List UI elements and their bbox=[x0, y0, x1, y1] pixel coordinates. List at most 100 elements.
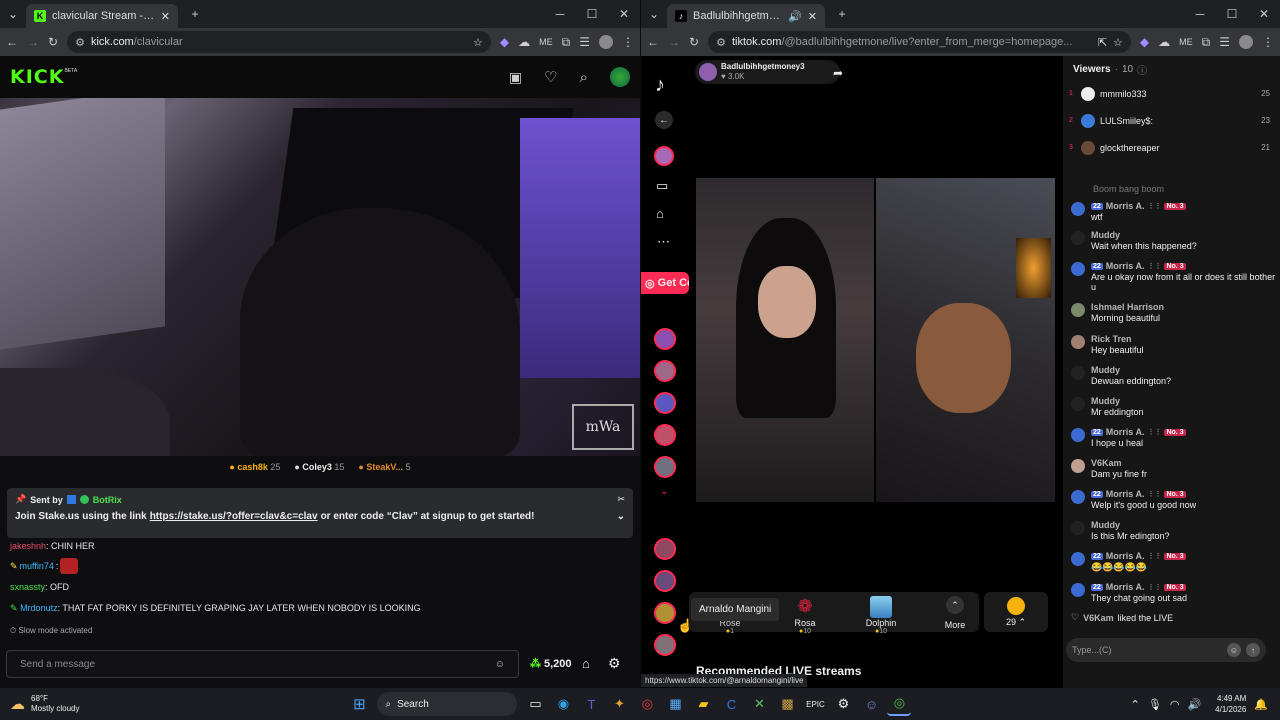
chat-avatar[interactable] bbox=[1071, 583, 1085, 597]
reload-icon[interactable]: ↻ bbox=[689, 35, 699, 49]
maximize-icon[interactable]: ☐ bbox=[576, 0, 608, 28]
weather-widget[interactable]: ☁ 68°F Mostly cloudy bbox=[10, 694, 79, 714]
menu-kebab-icon[interactable]: ⋮ bbox=[1262, 35, 1274, 49]
expand-chevron-icon[interactable]: ⌄ bbox=[660, 486, 668, 497]
reading-list-icon[interactable]: ☰ bbox=[579, 35, 590, 49]
chat-username-row[interactable]: Muddy bbox=[1091, 365, 1276, 375]
site-info-icon[interactable]: ⚙ bbox=[75, 36, 85, 49]
extensions-puzzle-icon[interactable]: ⧉ bbox=[1202, 35, 1211, 50]
address-bar[interactable]: ⚙ kick.com/clavicular ☆ bbox=[67, 31, 491, 53]
site-info-icon[interactable]: ⚙ bbox=[716, 36, 726, 49]
chat-user[interactable]: jakeshnh bbox=[10, 541, 46, 551]
chat-avatar[interactable] bbox=[1071, 303, 1085, 317]
menu-kebab-icon[interactable]: ⋮ bbox=[622, 35, 634, 49]
tab-kick[interactable]: K clavicular Stream - Watch Live o ✕ bbox=[26, 4, 178, 28]
chat-username-row[interactable]: Muddy bbox=[1091, 396, 1276, 406]
reading-list-icon[interactable]: ☰ bbox=[1219, 35, 1230, 49]
chat-avatar[interactable] bbox=[1071, 231, 1085, 245]
gift-more-button[interactable]: ⌃ More bbox=[927, 596, 983, 630]
live-avatar[interactable] bbox=[654, 392, 676, 414]
bookmark-star-icon[interactable]: ☆ bbox=[473, 36, 483, 49]
tab-menu-icon[interactable]: ⌄ bbox=[0, 0, 26, 28]
host-avatar[interactable] bbox=[654, 146, 674, 166]
new-tab-icon[interactable]: + bbox=[184, 7, 206, 21]
xbox-icon[interactable]: ✕ bbox=[747, 692, 771, 716]
teams-icon[interactable]: T bbox=[579, 692, 603, 716]
chat-username-row[interactable]: 22 Morris A. ⋮⋮ No. 3 bbox=[1091, 551, 1276, 561]
chrome-icon[interactable]: ◎ bbox=[635, 692, 659, 716]
following-heart-icon[interactable]: ♡ bbox=[544, 68, 557, 86]
gift-rosa[interactable]: ❁ Rosa ●10 bbox=[777, 596, 833, 635]
store-icon[interactable]: ▦ bbox=[663, 692, 687, 716]
store-icon[interactable]: ⌂ bbox=[582, 656, 590, 671]
chat-avatar[interactable] bbox=[1071, 397, 1085, 411]
chat-avatar[interactable] bbox=[1071, 521, 1085, 535]
forward-icon[interactable]: → bbox=[27, 35, 39, 49]
minimize-icon[interactable]: ─ bbox=[1184, 0, 1216, 28]
viewer-row[interactable]: 2 LULSmiiley$: 23 bbox=[1069, 107, 1270, 134]
chrome-active-icon[interactable]: ◎ bbox=[887, 692, 912, 716]
liked-user[interactable]: V6Kam bbox=[1083, 613, 1114, 623]
steam-icon[interactable]: ⚙ bbox=[831, 692, 855, 716]
close-window-icon[interactable]: ✕ bbox=[608, 0, 640, 28]
guest-video-right[interactable] bbox=[876, 178, 1055, 502]
volume-icon[interactable]: 🔊 bbox=[1187, 698, 1201, 711]
forward-icon[interactable]: → bbox=[668, 35, 680, 49]
notification-bell-icon[interactable]: 🔔 bbox=[1254, 698, 1268, 711]
live-avatar[interactable] bbox=[654, 538, 676, 560]
cloud-extension-icon[interactable]: ☁ bbox=[1158, 35, 1170, 49]
epic-games-icon[interactable]: EPIC bbox=[803, 692, 827, 716]
chat-avatar[interactable] bbox=[1071, 490, 1085, 504]
chat-avatar[interactable] bbox=[1071, 262, 1085, 276]
minimize-icon[interactable]: ─ bbox=[544, 0, 576, 28]
home-icon[interactable]: ⌂ bbox=[656, 206, 664, 221]
bookmark-star-icon[interactable]: ☆ bbox=[1113, 36, 1123, 49]
chat-username-row[interactable]: Muddy bbox=[1091, 520, 1276, 530]
get-coins-button[interactable]: ◎ Get Coin bbox=[641, 272, 689, 294]
chat-avatar[interactable] bbox=[1071, 366, 1085, 380]
chat-avatar[interactable] bbox=[1071, 459, 1085, 473]
back-arrow-icon[interactable]: ← bbox=[655, 111, 673, 129]
guest-video-left[interactable] bbox=[696, 178, 874, 502]
user-avatar[interactable] bbox=[610, 67, 630, 87]
wifi-icon[interactable]: ◠ bbox=[1170, 698, 1180, 711]
tray-chevron-icon[interactable]: ⌃ bbox=[1131, 698, 1140, 711]
kick-logo[interactable]: KICK bbox=[10, 66, 64, 88]
profile-avatar[interactable] bbox=[599, 35, 613, 49]
microphone-icon[interactable]: 🎙 bbox=[1148, 698, 1162, 711]
chat-user[interactable]: Mrdonutz bbox=[20, 603, 58, 613]
copilot-icon[interactable]: ✦ bbox=[607, 692, 631, 716]
chat-avatar[interactable] bbox=[1071, 202, 1085, 216]
tab-menu-icon[interactable]: ⌄ bbox=[641, 0, 667, 28]
chat-username-row[interactable]: 22 Morris A. ⋮⋮ No. 3 bbox=[1091, 489, 1276, 499]
live-avatar[interactable] bbox=[654, 360, 676, 382]
chat-username-row[interactable]: 22 Morris A. ⋮⋮ No. 3 bbox=[1091, 261, 1276, 271]
me-extension-icon[interactable]: ME bbox=[539, 37, 553, 47]
chat-username-row[interactable]: 22 Morris A. ⋮⋮ No. 3 bbox=[1091, 582, 1276, 592]
chat-username-row[interactable]: Muddy bbox=[1091, 230, 1276, 240]
browse-icon[interactable]: ▣ bbox=[509, 69, 522, 86]
live-avatar[interactable] bbox=[654, 456, 676, 478]
gift-dolphin[interactable]: Dolphin ●10 bbox=[853, 596, 909, 635]
chat-username-row[interactable]: 22 Morris A. ⋮⋮ No. 3 bbox=[1091, 201, 1276, 211]
live-avatar[interactable] bbox=[654, 424, 676, 446]
chat-username-row[interactable]: V6Kam bbox=[1091, 458, 1276, 468]
new-tab-icon[interactable]: + bbox=[831, 7, 853, 21]
search-icon[interactable]: ⌕ bbox=[580, 69, 588, 86]
app-c-icon[interactable]: C bbox=[719, 692, 743, 716]
back-icon[interactable]: ← bbox=[647, 35, 659, 49]
extension-icon[interactable]: ◆ bbox=[500, 35, 509, 49]
reload-icon[interactable]: ↻ bbox=[48, 35, 58, 49]
file-explorer-icon[interactable]: ▰ bbox=[691, 692, 715, 716]
chat-input[interactable]: Send a message ☺ bbox=[6, 650, 519, 678]
tiktok-logo-icon[interactable]: ♪ bbox=[655, 74, 665, 97]
close-tab-icon[interactable]: ✕ bbox=[808, 10, 817, 23]
info-icon[interactable]: ⓘ bbox=[1137, 62, 1147, 77]
chat-username-row[interactable]: Rick Tren bbox=[1091, 334, 1276, 344]
camera-icon[interactable]: ▭ bbox=[656, 178, 668, 194]
cloud-extension-icon[interactable]: ☁ bbox=[518, 35, 530, 49]
send-arrow-icon[interactable]: ↑ bbox=[1246, 643, 1260, 657]
live-avatar[interactable] bbox=[654, 328, 676, 350]
chat-avatar[interactable] bbox=[1071, 552, 1085, 566]
settings-gear-icon[interactable]: ⚙ bbox=[608, 655, 621, 672]
